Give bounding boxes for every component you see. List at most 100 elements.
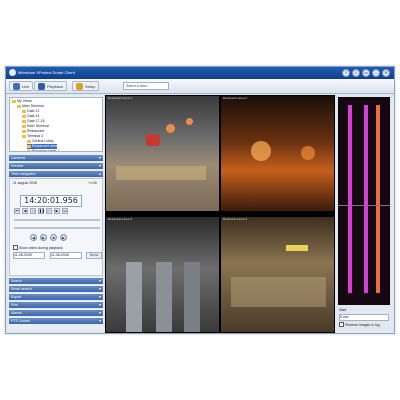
floor-shape <box>116 166 206 180</box>
chevron-down-icon: ▾ <box>98 302 101 307</box>
info-icon[interactable]: i <box>352 69 360 77</box>
tree-item-label: Terminal 2 <box>27 134 44 138</box>
stop-round-button[interactable]: ■ <box>50 234 57 241</box>
collapsed-section-header[interactable]: Smart search ▾ <box>9 286 103 292</box>
play-round-button[interactable]: ▶ <box>40 234 47 241</box>
position-slider[interactable] <box>14 227 100 229</box>
sync-option[interactable]: Show video during playback <box>13 245 63 250</box>
floor-shape <box>231 277 326 307</box>
tree-item-label: Gate 12 <box>27 109 40 113</box>
next-button[interactable]: ▶ <box>60 234 67 241</box>
folder-icon <box>22 129 26 133</box>
skip-end-button[interactable]: ⏭ <box>62 208 68 214</box>
playback-tab-button[interactable]: Playback <box>34 81 68 91</box>
live-label: Live <box>22 83 30 89</box>
duration-select[interactable]: 5 min <box>339 314 389 321</box>
playback-label: Playback <box>47 83 64 89</box>
tree-item-label: Shopping Level 1 <box>32 149 60 152</box>
view-select-dropdown[interactable]: Select a view... <box>123 82 169 90</box>
step-forward-button[interactable]: ▶ <box>54 208 60 214</box>
end-date-field[interactable]: 11-08-2008 <box>50 252 82 259</box>
video-tile-2[interactable]: Restaurant area 2 <box>221 96 334 211</box>
collapsed-section-header[interactable]: Export ▾ <box>9 294 103 300</box>
current-time-display: 14:20:01.956 <box>20 195 82 207</box>
cameras-section-header[interactable]: Cameras ▾ <box>9 155 103 161</box>
tree-item[interactable]: Shopping Level 1 <box>27 149 60 152</box>
tree-item-label: Gate 17-18 <box>27 119 45 123</box>
collapsed-section-header[interactable]: PTZ Control ▾ <box>9 318 103 324</box>
pause-button[interactable]: ❚❚ <box>38 208 45 214</box>
chevron-down-icon: ▾ <box>98 310 101 315</box>
chevron-down-icon: ▾ <box>98 163 101 168</box>
maximize-icon[interactable]: ▭ <box>362 69 370 77</box>
setup-gear-icon <box>76 82 83 90</box>
chevron-down-icon: ▾ <box>98 278 101 283</box>
video-tile-1[interactable]: Restaurant area 1 <box>106 96 219 211</box>
setup-tab-button[interactable]: Setup <box>72 81 100 91</box>
folder-icon <box>22 109 26 113</box>
folder-icon <box>27 149 31 151</box>
section-label: Search <box>11 279 23 283</box>
start-label: Start <box>339 308 347 312</box>
preview-section-label: Preview <box>11 164 24 168</box>
reverse-option[interactable]: Reverse images in log <box>339 322 380 327</box>
lamp-shape <box>186 118 193 125</box>
chevron-down-icon: ▾ <box>98 294 101 299</box>
video-tile-label: Restaurant area 2 <box>223 96 248 100</box>
step-back-button[interactable]: ◀ <box>22 208 28 214</box>
section-label: Alarms <box>11 311 22 315</box>
reverse-checkbox[interactable] <box>339 322 344 327</box>
light-glow-shape <box>301 146 315 160</box>
light-glow-shape <box>251 141 271 161</box>
speed-slider[interactable] <box>14 219 100 221</box>
section-label: Print <box>11 303 19 307</box>
collapsed-section-header[interactable]: Print ▾ <box>9 302 103 308</box>
video-tile-3[interactable]: Restaurant area 3 <box>106 217 219 332</box>
motion-bar-2 <box>364 105 368 293</box>
preview-section-header[interactable]: Preview ▾ <box>9 163 103 169</box>
collapsed-section-header[interactable]: Alarms ▾ <box>9 310 103 316</box>
views-tree: My Views Main Terminal Gate 12 Gate 14 Gate … <box>9 97 103 152</box>
folder-icon <box>22 134 26 138</box>
folder-icon <box>27 139 31 143</box>
timeline-panel: Start 5 min Reverse images in log <box>336 95 393 333</box>
start-date-field[interactable]: 11-08-2008 <box>13 252 45 259</box>
go-to-button[interactable]: Go to <box>86 252 102 259</box>
chevron-down-icon: ▾ <box>98 286 101 291</box>
timeline-chart[interactable] <box>338 97 390 305</box>
tree-item-label: Restaurant area <box>32 144 58 148</box>
play-reverse-button[interactable]: ◁ <box>30 208 36 214</box>
folder-icon <box>12 99 16 103</box>
folder-icon <box>22 124 26 128</box>
collapsed-section-header[interactable]: Search ▾ <box>9 278 103 284</box>
help-icon[interactable]: ? <box>342 69 350 77</box>
previous-button[interactable]: ◀ <box>30 234 37 241</box>
zoom-label: +1:00 <box>88 181 97 185</box>
time-cursor-line <box>338 205 390 206</box>
title-bar: Milestone XProtect Smart Client ? i ▭ – … <box>6 67 394 79</box>
app-window: Milestone XProtect Smart Client ? i ▭ – … <box>5 66 395 334</box>
time-section-header[interactable]: Time navigation ▴ <box>9 171 103 177</box>
motion-bar-1 <box>348 105 352 293</box>
minimize-icon[interactable]: – <box>372 69 380 77</box>
skip-start-button[interactable]: ⏮ <box>14 208 20 214</box>
playback-icon <box>38 82 45 90</box>
chevron-down-icon: ▾ <box>98 155 101 160</box>
tree-item-label: Restaurant <box>27 129 45 133</box>
red-chairs-shape <box>146 134 160 146</box>
folder-icon <box>22 114 26 118</box>
video-tile-label: Restaurant area 1 <box>108 96 133 100</box>
section-label: Export <box>11 295 22 299</box>
folder-icon <box>17 104 21 108</box>
tree-item-label: Central Lobby <box>32 139 54 143</box>
sign-shape <box>286 245 308 251</box>
app-logo-icon <box>9 69 16 76</box>
sync-checkbox[interactable] <box>13 245 18 250</box>
lamp-shape <box>166 124 175 133</box>
live-tab-button[interactable]: Live <box>9 81 34 91</box>
window-title: Milestone XProtect Smart Client <box>18 70 75 75</box>
video-grid: Restaurant area 1 Restaurant area 2 Rest… <box>105 95 335 333</box>
video-tile-4[interactable]: Restaurant area 4 <box>221 217 334 332</box>
play-button[interactable]: ▷ <box>46 208 52 214</box>
close-icon[interactable]: ✕ <box>382 69 390 77</box>
